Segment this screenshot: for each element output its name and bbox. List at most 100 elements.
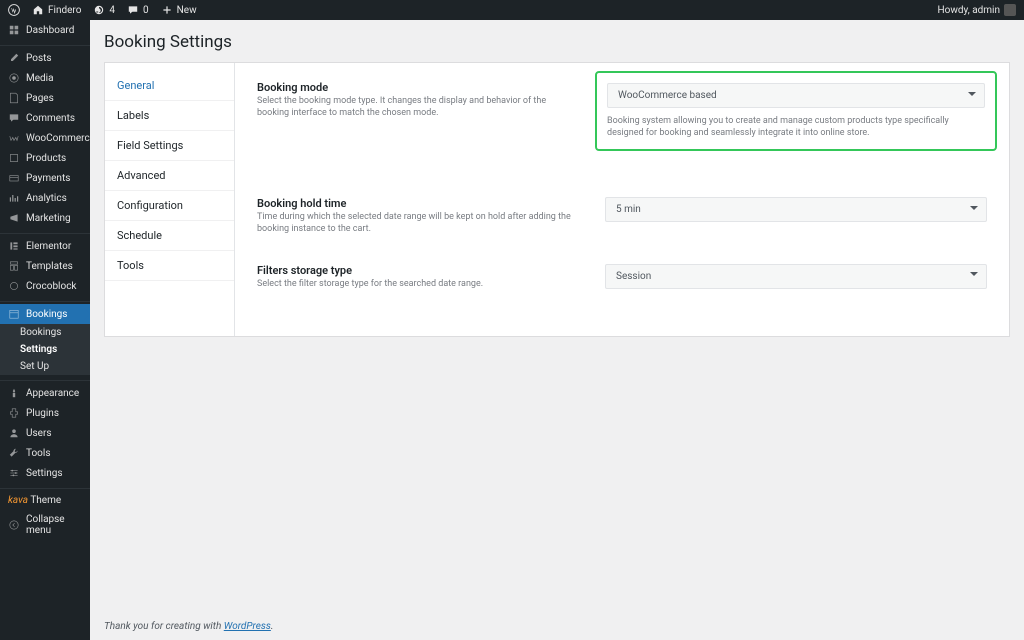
sidebar-item-plugins[interactable]: Plugins bbox=[0, 403, 90, 423]
sidebar-item-woocommerce[interactable]: WooCommerce bbox=[0, 128, 90, 148]
updates-count: 4 bbox=[109, 5, 115, 16]
setting-title: Booking mode bbox=[257, 81, 577, 94]
sidebar-item-label: Settings bbox=[26, 468, 63, 479]
new-label: New bbox=[177, 5, 197, 16]
comments-link[interactable]: 0 bbox=[127, 4, 149, 16]
sidebar-item-settings[interactable]: Settings bbox=[0, 463, 90, 483]
sidebar-item-label: Pages bbox=[26, 93, 54, 104]
settings-panel: General Labels Field Settings Advanced C… bbox=[104, 62, 1010, 337]
submenu-setup[interactable]: Set Up bbox=[0, 358, 90, 375]
sidebar-item-label: WooCommerce bbox=[26, 133, 90, 144]
admin-bar: Findero 4 0 New Howdy, admin bbox=[0, 0, 1024, 20]
tab-advanced[interactable]: Advanced bbox=[105, 161, 234, 191]
admin-bar-left: Findero 4 0 New bbox=[8, 4, 197, 16]
new-link[interactable]: New bbox=[161, 4, 197, 16]
user-greeting-link[interactable]: Howdy, admin bbox=[938, 4, 1016, 16]
setting-description: Select the booking mode type. It changes… bbox=[257, 96, 577, 119]
submenu-bookings[interactable]: Bookings bbox=[0, 324, 90, 341]
sidebar-item-media[interactable]: Media bbox=[0, 68, 90, 88]
plus-icon bbox=[161, 4, 173, 16]
page-title: Booking Settings bbox=[104, 32, 1010, 52]
kava-brand: kava bbox=[8, 495, 28, 506]
woo-icon bbox=[8, 132, 20, 144]
storage-type-select[interactable]: Session bbox=[605, 264, 987, 289]
main-wrap: Dashboard Posts Media Pages Comments Woo… bbox=[0, 20, 1024, 640]
menu-separator bbox=[0, 298, 90, 302]
footer: Thank you for creating with WordPress. bbox=[104, 621, 273, 632]
marketing-icon bbox=[8, 212, 20, 224]
sidebar-item-label: Appearance bbox=[26, 388, 79, 399]
admin-sidebar: Dashboard Posts Media Pages Comments Woo… bbox=[0, 20, 90, 640]
menu-separator bbox=[0, 42, 90, 46]
setting-description: Time during which the selected date rang… bbox=[257, 212, 577, 235]
users-icon bbox=[8, 427, 20, 439]
appearance-icon bbox=[8, 387, 20, 399]
setting-control: Session bbox=[605, 264, 987, 289]
products-icon bbox=[8, 152, 20, 164]
kava-suffix: Theme bbox=[30, 495, 61, 506]
setting-storage-type: Filters storage type Select the filter s… bbox=[257, 264, 987, 291]
sidebar-item-label: Users bbox=[26, 428, 52, 439]
site-name: Findero bbox=[48, 5, 81, 16]
settings-tabs: General Labels Field Settings Advanced C… bbox=[105, 63, 235, 336]
booking-mode-select[interactable]: WooCommerce based bbox=[607, 83, 985, 108]
tab-tools[interactable]: Tools bbox=[105, 251, 234, 281]
setting-label: Filters storage type Select the filter s… bbox=[257, 264, 577, 291]
sidebar-item-label: Analytics bbox=[26, 193, 67, 204]
sidebar-item-posts[interactable]: Posts bbox=[0, 48, 90, 68]
setting-label: Booking mode Select the booking mode typ… bbox=[257, 81, 577, 119]
footer-prefix: Thank you for creating with bbox=[104, 621, 224, 632]
sidebar-item-elementor[interactable]: Elementor bbox=[0, 236, 90, 256]
collapse-menu[interactable]: Collapse menu bbox=[0, 510, 90, 540]
tab-general[interactable]: General bbox=[105, 71, 234, 101]
home-icon bbox=[32, 4, 44, 16]
sidebar-item-tools[interactable]: Tools bbox=[0, 443, 90, 463]
greeting-text: Howdy, admin bbox=[938, 5, 1000, 16]
payments-icon bbox=[8, 172, 20, 184]
tab-configuration[interactable]: Configuration bbox=[105, 191, 234, 221]
sidebar-item-comments[interactable]: Comments bbox=[0, 108, 90, 128]
posts-icon bbox=[8, 52, 20, 64]
sidebar-item-label: Tools bbox=[26, 448, 50, 459]
submenu-settings[interactable]: Settings bbox=[0, 341, 90, 358]
analytics-icon bbox=[8, 192, 20, 204]
sidebar-item-crocoblock[interactable]: Crocoblock bbox=[0, 276, 90, 296]
sidebar-item-appearance[interactable]: Appearance bbox=[0, 383, 90, 403]
croco-icon bbox=[8, 280, 20, 292]
sidebar-item-label: Media bbox=[26, 73, 54, 84]
collapse-icon bbox=[8, 519, 20, 531]
setting-label: Booking hold time Time during which the … bbox=[257, 197, 577, 235]
hold-time-select[interactable]: 5 min bbox=[605, 197, 987, 222]
setting-booking-mode: Booking mode Select the booking mode typ… bbox=[257, 81, 987, 169]
sidebar-item-label: Crocoblock bbox=[26, 281, 77, 292]
menu-separator bbox=[0, 377, 90, 381]
tab-field-settings[interactable]: Field Settings bbox=[105, 131, 234, 161]
site-name-link[interactable]: Findero bbox=[32, 4, 81, 16]
highlighted-box: WooCommerce based Booking system allowin… bbox=[595, 71, 997, 151]
footer-wordpress-link[interactable]: WordPress bbox=[224, 621, 271, 632]
sidebar-item-payments[interactable]: Payments bbox=[0, 168, 90, 188]
updates-link[interactable]: 4 bbox=[93, 4, 115, 16]
sidebar-item-pages[interactable]: Pages bbox=[0, 88, 90, 108]
pages-icon bbox=[8, 92, 20, 104]
bookings-icon bbox=[8, 308, 20, 320]
wordpress-icon bbox=[8, 4, 20, 16]
tab-labels[interactable]: Labels bbox=[105, 101, 234, 131]
sidebar-item-label: Payments bbox=[26, 173, 70, 184]
sidebar-item-analytics[interactable]: Analytics bbox=[0, 188, 90, 208]
elementor-icon bbox=[8, 240, 20, 252]
sidebar-item-label: Plugins bbox=[26, 408, 59, 419]
media-icon bbox=[8, 72, 20, 84]
tab-schedule[interactable]: Schedule bbox=[105, 221, 234, 251]
sidebar-item-users[interactable]: Users bbox=[0, 423, 90, 443]
content-area: Booking Settings General Labels Field Se… bbox=[90, 20, 1024, 640]
sidebar-item-products[interactable]: Products bbox=[0, 148, 90, 168]
wp-logo[interactable] bbox=[8, 4, 20, 16]
sidebar-item-templates[interactable]: Templates bbox=[0, 256, 90, 276]
sidebar-item-dashboard[interactable]: Dashboard bbox=[0, 20, 90, 40]
sidebar-item-marketing[interactable]: Marketing bbox=[0, 208, 90, 228]
sidebar-item-label: Elementor bbox=[26, 241, 71, 252]
sidebar-item-bookings[interactable]: Bookings bbox=[0, 304, 90, 324]
sidebar-item-label: Templates bbox=[26, 261, 73, 272]
kava-theme-link[interactable]: kava Theme bbox=[0, 491, 90, 510]
